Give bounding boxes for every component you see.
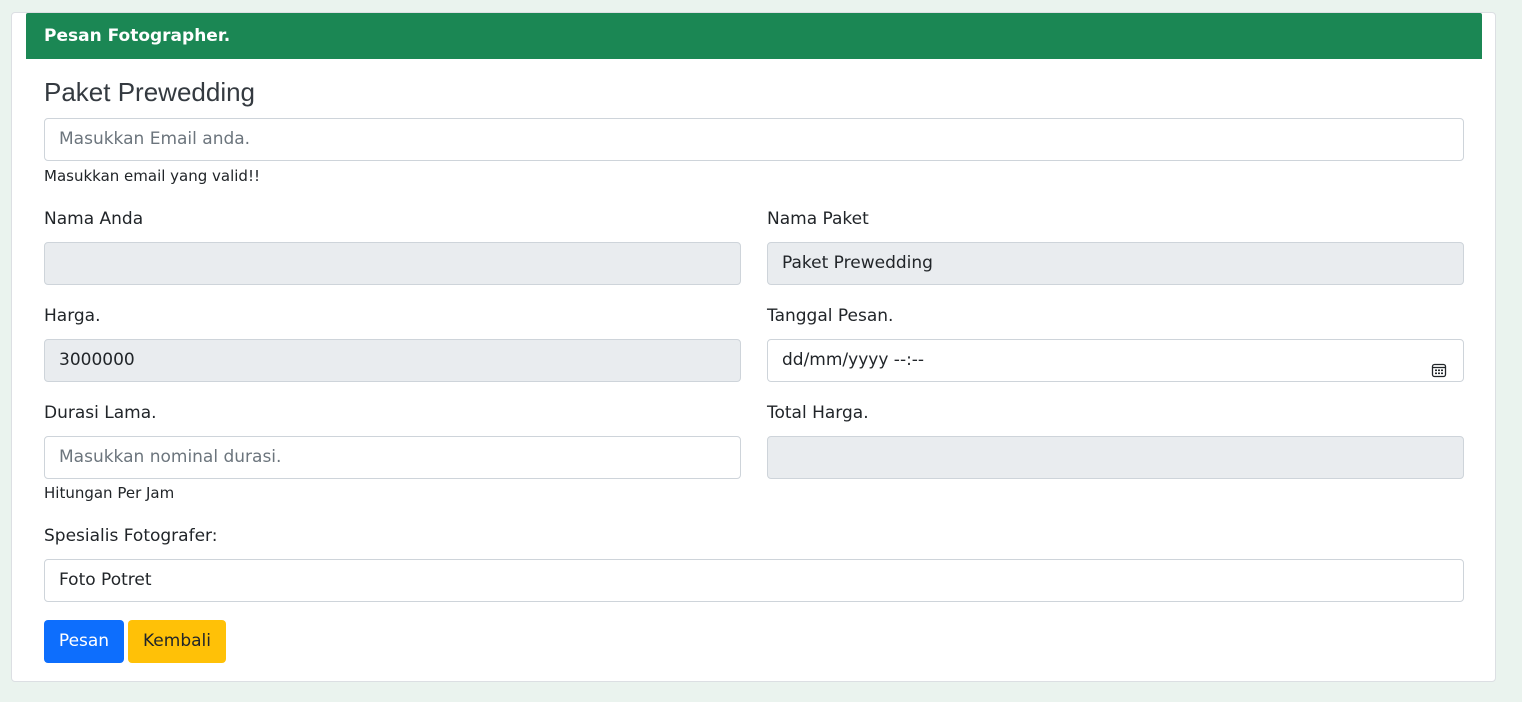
nama-paket-field[interactable]: Paket Prewedding bbox=[767, 242, 1464, 285]
durasi-placeholder: Masukkan nominal durasi. bbox=[59, 447, 282, 467]
total-harga-field[interactable] bbox=[767, 436, 1464, 479]
card-header: Pesan Fotographer. bbox=[26, 13, 1482, 59]
email-hint: Masukkan email yang valid!! bbox=[44, 167, 260, 185]
package-title: Paket Prewedding bbox=[44, 77, 256, 107]
tanggal-label: Tanggal Pesan. bbox=[767, 306, 894, 326]
tanggal-pesan-input[interactable]: dd/mm/yyyy --:-- bbox=[767, 339, 1464, 382]
nama-anda-label: Nama Anda bbox=[44, 209, 144, 229]
total-harga-label: Total Harga. bbox=[767, 403, 869, 423]
nama-paket-label: Nama Paket bbox=[767, 209, 869, 229]
email-placeholder: Masukkan Email anda. bbox=[59, 129, 251, 149]
durasi-input[interactable]: Masukkan nominal durasi. bbox=[44, 436, 741, 479]
nama-anda-field[interactable] bbox=[44, 242, 741, 285]
kembali-button[interactable]: Kembali bbox=[128, 620, 226, 663]
order-card: Pesan Fotographer. Paket Prewedding Masu… bbox=[11, 12, 1496, 682]
harga-field[interactable]: 3000000 bbox=[44, 339, 741, 382]
tanggal-value: dd/mm/yyyy --:-- bbox=[782, 350, 925, 370]
harga-label: Harga. bbox=[44, 306, 101, 326]
spesialis-label: Spesialis Fotografer: bbox=[44, 526, 218, 546]
pesan-button[interactable]: Pesan bbox=[44, 620, 124, 663]
durasi-hint: Hitungan Per Jam bbox=[44, 484, 175, 502]
durasi-label: Durasi Lama. bbox=[44, 403, 157, 423]
calendar-icon[interactable] bbox=[1431, 353, 1447, 378]
email-input[interactable]: Masukkan Email anda. bbox=[44, 118, 1464, 161]
spesialis-field[interactable]: Foto Potret bbox=[44, 559, 1464, 602]
